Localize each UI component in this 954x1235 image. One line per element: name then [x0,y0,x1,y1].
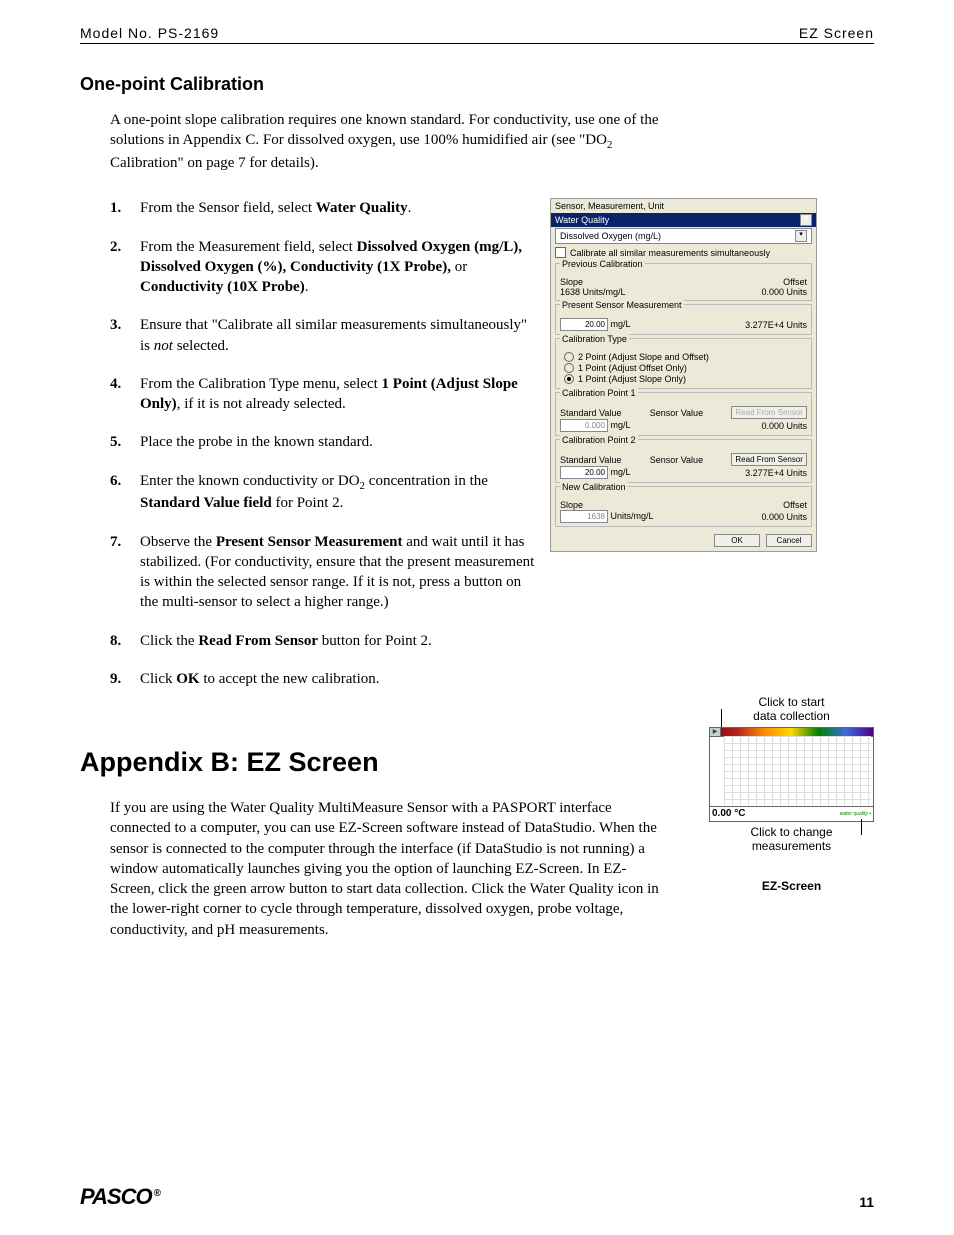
calibration-point-2-group: Calibration Point 2 Standard Value Senso… [555,439,812,483]
step-body: Observe the Present Sensor Measurement a… [140,532,540,613]
cancel-button[interactable]: Cancel [766,534,812,547]
new-calibration-group: New Calibration Slope Offset 1638 Units/… [555,486,812,527]
step-body: Place the probe in the known standard. [140,432,540,452]
intro-paragraph: A one-point slope calibration requires o… [110,110,660,173]
step-item: 2.From the Measurement field, select Dis… [110,237,540,298]
step-number: 8. [110,631,140,651]
calibration-point-1-group: Calibration Point 1 Standard Value Senso… [555,392,812,436]
radio-1point-offset[interactable]: 1 Point (Adjust Offset Only) [560,363,807,374]
radio-1point-slope[interactable]: 1 Point (Adjust Slope Only) [560,374,807,385]
calibration-dialog: Sensor, Measurement, Unit ▾ ▾ Calibrate … [550,198,817,552]
sensor-value[interactable] [555,215,800,225]
leader-line [861,819,862,835]
chevron-down-icon[interactable]: ▾ [800,214,812,226]
step-item: 7.Observe the Present Sensor Measurement… [110,532,540,613]
ez-screen-figure: Click to start data collection ▶ 0.00 °C… [709,695,874,905]
radio-2point[interactable]: 2 Point (Adjust Slope and Offset) [560,352,807,363]
step-item: 9.Click OK to accept the new calibration… [110,669,540,689]
page-footer: PASCO® 11 [80,1184,874,1210]
page-header: Model No. PS-2169 EZ Screen [80,25,874,44]
step-number: 4. [110,374,140,415]
step-item: 1.From the Sensor field, select Water Qu… [110,198,540,218]
dialog-field-label: Sensor, Measurement, Unit [551,199,816,213]
section-title: One-point Calibration [80,74,874,95]
step-item: 6.Enter the known conductivity or DO2 co… [110,471,540,514]
step-body: From the Measurement field, select Disso… [140,237,540,298]
step-number: 3. [110,315,140,356]
step-item: 4.From the Calibration Type menu, select… [110,374,540,415]
step-number: 7. [110,532,140,613]
pasco-logo: PASCO® [80,1184,160,1210]
read-from-sensor-button-1: Read From Sensor [731,406,807,419]
header-left: Model No. PS-2169 [80,25,219,41]
chevron-down-icon[interactable]: ▾ [795,230,807,242]
appendix-body: If you are using the Water Quality Multi… [110,798,670,940]
ok-button[interactable]: OK [714,534,760,547]
step-body: From the Calibration Type menu, select 1… [140,374,540,415]
step-body: Click OK to accept the new calibration. [140,669,540,689]
ez-bottom-label: Click to change measurements [709,825,874,854]
steps-and-dialog: 1.From the Sensor field, select Water Qu… [80,198,874,707]
step-number: 2. [110,237,140,298]
ez-caption: EZ-Screen [709,879,874,893]
step-number: 6. [110,471,140,514]
dialog-figure: Sensor, Measurement, Unit ▾ ▾ Calibrate … [550,198,817,552]
ez-y-axis [710,736,724,805]
page-number: 11 [859,1194,874,1210]
read-from-sensor-button-2[interactable]: Read From Sensor [731,453,807,466]
step-number: 9. [110,669,140,689]
ez-chart-grid [724,736,871,805]
water-quality-icon[interactable]: water quality ▪ [840,811,871,817]
step-body: Ensure that "Calibrate all similar measu… [140,315,540,356]
step-number: 5. [110,432,140,452]
step-body: From the Sensor field, select Water Qual… [140,198,540,218]
ez-top-label: Click to start data collection [709,695,874,724]
measurement-field[interactable]: ▾ [555,228,812,244]
header-right: EZ Screen [799,25,874,41]
step-list: 1.From the Sensor field, select Water Qu… [80,198,540,707]
calibration-type-group: Calibration Type 2 Point (Adjust Slope a… [555,338,812,389]
previous-calibration-group: Previous Calibration Slope Offset 1638 U… [555,263,812,301]
ez-screen-window: ▶ 0.00 °C water quality ▪ [709,727,874,822]
standard-value-field-p2[interactable]: 20.00 [560,466,608,479]
calibrate-all-checkbox[interactable]: Calibrate all similar measurements simul… [551,245,816,260]
present-measurement-group: Present Sensor Measurement 20.00 mg/L 3.… [555,304,812,335]
checkbox-icon[interactable] [555,247,566,258]
play-icon[interactable]: ▶ [710,728,721,736]
ez-status-value: 0.00 °C [712,808,745,819]
step-item: 5.Place the probe in the known standard. [110,432,540,452]
measurement-value[interactable] [560,231,795,241]
step-item: 8.Click the Read From Sensor button for … [110,631,540,651]
step-body: Click the Read From Sensor button for Po… [140,631,540,651]
step-item: 3.Ensure that "Calibrate all similar mea… [110,315,540,356]
ez-status-bar: 0.00 °C water quality ▪ [710,806,873,821]
sensor-field[interactable]: ▾ [551,213,816,227]
step-number: 1. [110,198,140,218]
step-body: Enter the known conductivity or DO2 conc… [140,471,540,514]
